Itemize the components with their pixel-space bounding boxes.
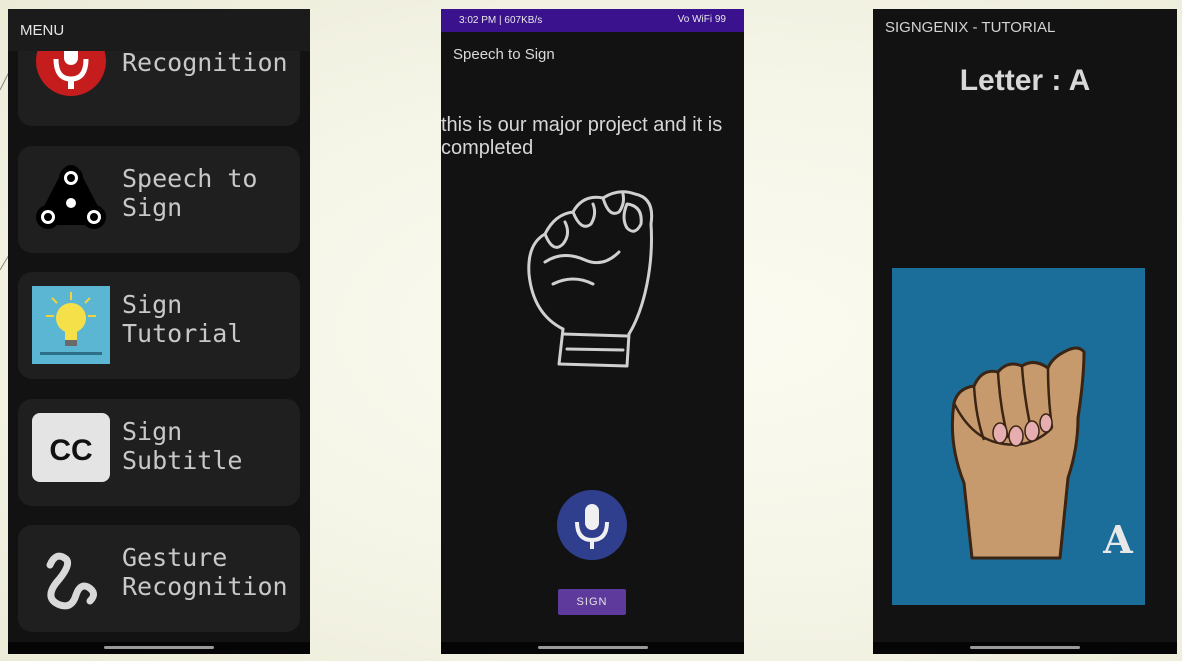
speech-to-sign-screen: 3:02 PM | 607KB/s Vo WiFi 99 Speech to S… — [441, 9, 744, 654]
microphone-icon — [575, 504, 609, 549]
menu-item-gesture-recognition[interactable]: Gesture Recognition — [18, 525, 300, 632]
home-indicator[interactable] — [970, 646, 1080, 649]
lightbulb-icon — [32, 286, 110, 364]
app-title: SIGNGENIX - TUTORIAL — [885, 19, 1056, 36]
microphone-button[interactable] — [557, 490, 627, 560]
menu-item-label: Sign Tutorial — [122, 290, 243, 348]
sign-button[interactable]: SIGN — [558, 589, 626, 615]
status-bar: 3:02 PM | 607KB/s Vo WiFi 99 — [441, 9, 744, 32]
status-icons: Vo WiFi 99 — [677, 14, 726, 25]
menu-item-speech-to-sign[interactable]: Speech to Sign — [18, 146, 300, 253]
fidget-spinner-icon — [36, 165, 106, 229]
svg-text:A: A — [1102, 517, 1133, 562]
letter-heading: Letter : A — [959, 64, 1091, 97]
page-title: Speech to Sign — [453, 46, 555, 63]
menu-item-label: Gesture Recognition — [122, 543, 288, 601]
cc-icon: CC — [32, 413, 110, 482]
menu-screen: MENU Voice Recognition Speech to Sign — [8, 9, 310, 654]
hand-sign-a-icon: A — [950, 346, 1133, 562]
menu-item-label: Sign Subtitle — [122, 417, 243, 475]
fist-sign-icon — [527, 190, 654, 368]
menu-title: MENU — [20, 22, 65, 39]
home-indicator[interactable] — [537, 646, 648, 649]
menu-item-sign-tutorial[interactable]: Sign Tutorial — [18, 272, 300, 379]
menu-item-label: Speech to Sign — [122, 164, 258, 222]
menu-item-sign-subtitle[interactable]: CC Sign Subtitle — [18, 399, 300, 506]
gesture-squiggle-icon — [46, 552, 97, 610]
sign-letter-image: A — [892, 268, 1145, 605]
svg-text:CC: CC — [49, 434, 92, 467]
menu-header: MENU — [8, 9, 310, 51]
recognized-text: this is our major project and it is comp… — [441, 114, 723, 159]
tutorial-screen: SIGNGENIX - TUTORIAL Letter : A A — [873, 9, 1177, 654]
status-time: 3:02 PM | 607KB/s — [459, 15, 543, 26]
home-indicator[interactable] — [104, 646, 214, 649]
